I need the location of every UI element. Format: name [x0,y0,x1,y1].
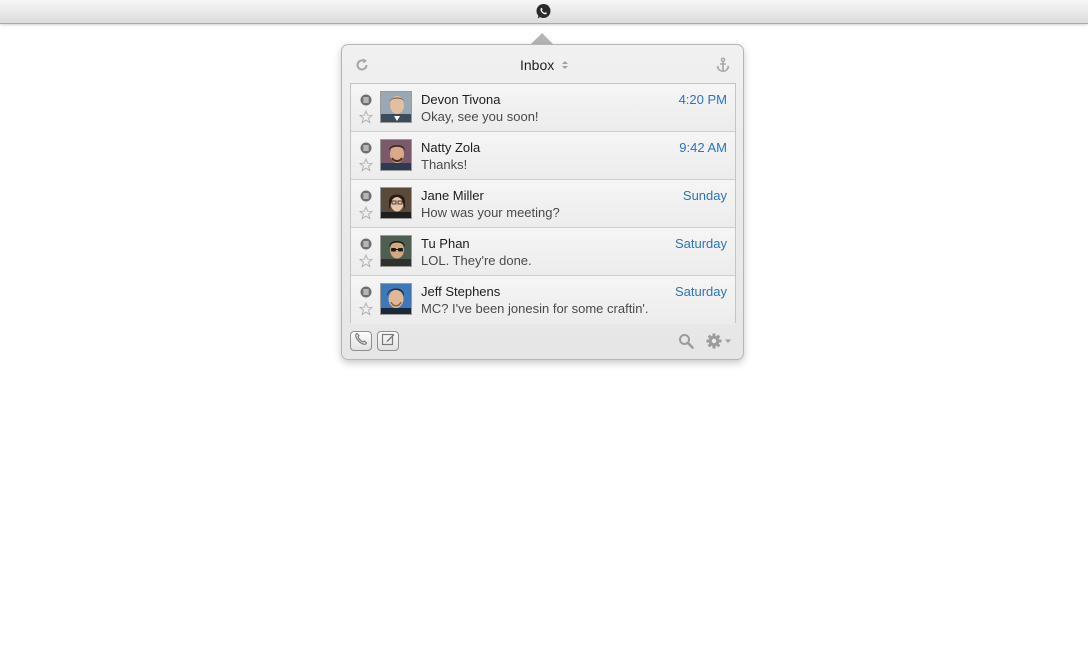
avatar [380,91,412,123]
message-time: Saturday [674,236,727,251]
message-time: Saturday [674,284,727,299]
list-menu-icon[interactable] [360,141,372,154]
message-preview: Okay, see you soon! [421,109,539,124]
star-icon[interactable] [358,253,374,268]
conversation-row[interactable]: Jane Miller How was your meeting? Sunday [351,180,735,228]
contact-name: Tu Phan [421,236,470,251]
refresh-icon[interactable] [354,57,370,73]
contact-name: Jeff Stephens [421,284,501,299]
conversation-row[interactable]: Devon Tivona Okay, see you soon! 4:20 PM [351,84,735,132]
list-menu-icon[interactable] [360,93,372,106]
compose-button[interactable] [377,331,399,351]
list-menu-icon[interactable] [360,189,372,202]
phone-icon [354,332,368,351]
inbox-title: Inbox [520,57,555,73]
conversation-row[interactable]: Jeff Stephens MC? I've been jonesin for … [351,276,735,324]
anchor-icon[interactable] [715,57,731,73]
menu-bar [0,0,1088,24]
message-time: 4:20 PM [678,92,727,107]
message-preview: Thanks! [421,157,468,172]
inbox-popover: Inbox Devon Tivona Okay, see you soon! 4… [341,44,744,360]
message-time: 9:42 AM [679,140,727,155]
popover-footer [342,327,743,357]
popover-header: Inbox [342,45,743,83]
contact-name: Natty Zola [421,140,481,155]
up-down-arrows-icon [562,61,569,69]
star-icon[interactable] [358,157,374,172]
star-icon[interactable] [358,301,374,316]
star-icon[interactable] [358,109,374,124]
star-icon[interactable] [358,205,374,220]
inbox-selector[interactable]: Inbox [520,56,569,74]
conversation-row[interactable]: Tu Phan LOL. They're done. Saturday [351,228,735,276]
list-menu-icon[interactable] [360,237,372,250]
conversation-list: Devon Tivona Okay, see you soon! 4:20 PM… [350,83,736,324]
gear-icon[interactable] [706,333,734,349]
message-time: Sunday [682,188,727,203]
compose-icon [381,332,395,351]
list-menu-icon[interactable] [360,285,372,298]
message-preview: How was your meeting? [421,205,560,220]
conversation-row[interactable]: Natty Zola Thanks! 9:42 AM [351,132,735,180]
search-icon[interactable] [678,333,694,349]
contact-name: Jane Miller [421,188,484,203]
contact-name: Devon Tivona [421,92,501,107]
message-preview: MC? I've been jonesin for some craftin'. [421,301,649,316]
call-button[interactable] [350,331,372,351]
avatar [380,283,412,315]
message-preview: LOL. They're done. [421,253,532,268]
whatsapp-icon[interactable] [535,3,552,20]
avatar [380,187,412,219]
avatar [380,139,412,171]
avatar [380,235,412,267]
